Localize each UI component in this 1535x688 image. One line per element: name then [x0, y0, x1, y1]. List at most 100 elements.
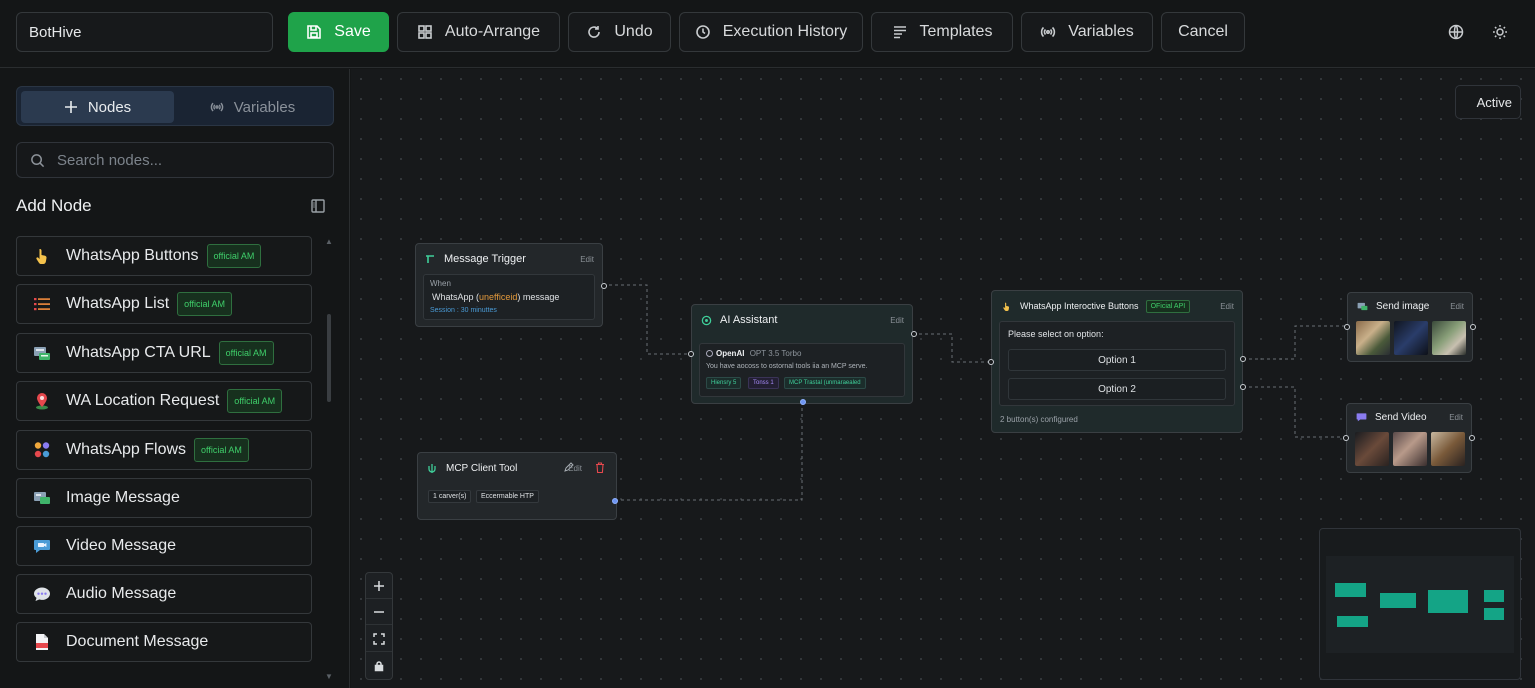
- node-title: MCP Client Tool: [446, 462, 518, 474]
- option-2-port[interactable]: [1240, 384, 1246, 390]
- undo-button[interactable]: Undo: [568, 12, 671, 52]
- search-input[interactable]: [57, 143, 327, 177]
- lock-button[interactable]: [366, 653, 392, 679]
- collapse-sidebar-button[interactable]: [310, 198, 326, 214]
- node-mcp-client-tool[interactable]: MCP Client Tool Edit 1 carver(s) Eccerma…: [417, 452, 618, 520]
- option-button-1[interactable]: Option 1: [1008, 349, 1226, 371]
- input-port[interactable]: [988, 359, 994, 365]
- tool-port[interactable]: [800, 399, 806, 405]
- sidebar: Nodes Variables Add Node ▲ ▼ WhatsApp Bu…: [0, 69, 350, 688]
- image-thumbnail: [1432, 321, 1466, 355]
- sidebar-tabs: Nodes Variables: [16, 86, 334, 126]
- edit-button[interactable]: Edit: [568, 464, 582, 473]
- templates-button[interactable]: Templates: [871, 12, 1013, 52]
- execution-history-button[interactable]: Execution History: [679, 12, 863, 52]
- node-message-trigger[interactable]: Message Trigger Edit When WhatsApp (unef…: [415, 243, 607, 327]
- input-port[interactable]: [1344, 324, 1350, 330]
- location-pin-icon: [33, 392, 51, 410]
- official-badge: official AM: [177, 292, 233, 316]
- flow-canvas[interactable]: Active Message Trigger Edit When WhatsAp…: [351, 69, 1535, 688]
- node-ai-assistant[interactable]: AI Assistant Edit OpenAI OPT 3.5 Torbo Y…: [688, 304, 917, 405]
- minus-icon: [374, 610, 384, 613]
- clock-icon: [695, 25, 710, 39]
- node-item-label: Document Message: [66, 633, 209, 650]
- video-icon: [1355, 411, 1367, 423]
- minimap-node: [1484, 608, 1504, 620]
- status-badge[interactable]: Active: [1455, 85, 1521, 119]
- edit-button[interactable]: Edit: [1220, 302, 1234, 311]
- node-item-whatsapp-cta-url[interactable]: WhatsApp CTA URL official AM: [16, 333, 312, 373]
- edit-button[interactable]: Edit: [580, 255, 594, 264]
- variables-button[interactable]: Variables: [1021, 12, 1153, 52]
- openai-icon: [706, 350, 713, 357]
- auto-arrange-button[interactable]: Auto-Arrange: [397, 12, 560, 52]
- input-port[interactable]: [688, 351, 694, 357]
- wire-mcp-to-ai: [615, 401, 803, 501]
- node-item-whatsapp-flows[interactable]: WhatsApp Flows official AM: [16, 430, 312, 470]
- tool-icon: [426, 462, 438, 474]
- ai-icon: [700, 314, 712, 326]
- sidebar-collapse-icon: [311, 199, 325, 213]
- save-icon: [307, 25, 322, 39]
- image-icon: [33, 489, 51, 507]
- node-item-label: Image Message: [66, 489, 180, 506]
- save-button[interactable]: Save: [288, 12, 389, 52]
- node-item-whatsapp-buttons[interactable]: WhatsApp Buttons official AM: [16, 236, 312, 276]
- node-search: [16, 142, 334, 178]
- broadcast-icon: [1041, 26, 1056, 38]
- scroll-up-icon[interactable]: ▲: [325, 237, 333, 246]
- scroll-down-icon[interactable]: ▼: [325, 672, 333, 681]
- node-send-image[interactable]: Send image Edit: [1344, 292, 1476, 362]
- trash-icon[interactable]: [595, 462, 605, 476]
- pointing-hand-icon: [33, 247, 51, 265]
- language-button[interactable]: [1444, 20, 1468, 44]
- minimap[interactable]: [1319, 528, 1521, 680]
- edit-button[interactable]: Edit: [890, 316, 904, 325]
- output-port[interactable]: [612, 498, 618, 504]
- output-port[interactable]: [1470, 324, 1476, 330]
- sidebar-scrollbar[interactable]: [327, 314, 331, 402]
- plus-icon: [64, 101, 77, 113]
- provider-line: OpenAI OPT 3.5 Torbo: [706, 349, 801, 358]
- node-whatsapp-buttons[interactable]: WhatsApp Interoctive Buttons OFicial API…: [988, 290, 1246, 433]
- fit-view-button[interactable]: [366, 626, 392, 652]
- node-header: Send image Edit: [1348, 293, 1472, 319]
- tab-nodes[interactable]: Nodes: [21, 91, 174, 123]
- edit-button[interactable]: Edit: [1450, 302, 1464, 311]
- session-info: Session : 30 minuttes: [430, 307, 497, 314]
- node-item-whatsapp-list[interactable]: WhatsApp List official AM: [16, 284, 312, 324]
- node-item-label: Audio Message: [66, 585, 177, 602]
- video-thumbnail: [1431, 432, 1465, 466]
- tab-variables[interactable]: Variables: [176, 91, 329, 123]
- node-item-document-message[interactable]: Document Message: [16, 622, 312, 662]
- prompt-text: Please select on option:: [1008, 329, 1104, 339]
- input-port[interactable]: [1343, 435, 1349, 441]
- output-port[interactable]: [1469, 435, 1475, 441]
- image-icon: [1356, 300, 1368, 312]
- sun-icon: [1493, 25, 1507, 39]
- option-1-port[interactable]: [1240, 356, 1246, 362]
- broadcast-icon: [210, 102, 224, 112]
- node-send-video[interactable]: Send Video Edit: [1343, 403, 1475, 473]
- zoom-controls: [365, 572, 393, 680]
- search-icon: [31, 154, 45, 168]
- execution-history-label: Execution History: [722, 23, 848, 40]
- theme-toggle-button[interactable]: [1488, 20, 1512, 44]
- image-thumbnail: [1394, 321, 1428, 355]
- trigger-icon: [424, 253, 436, 265]
- zoom-in-button[interactable]: [366, 573, 392, 599]
- edit-button[interactable]: Edit: [1449, 413, 1463, 422]
- node-item-wa-location-request[interactable]: WA Location Request official AM: [16, 381, 312, 421]
- node-item-audio-message[interactable]: Audio Message: [16, 574, 312, 614]
- output-port[interactable]: [911, 331, 917, 337]
- zoom-out-button[interactable]: [366, 599, 392, 625]
- video-icon: [33, 537, 51, 555]
- option-button-2[interactable]: Option 2: [1008, 378, 1226, 400]
- minimap-node: [1337, 616, 1368, 627]
- node-header: WhatsApp Interoctive Buttons OFicial API…: [992, 291, 1242, 321]
- cancel-button[interactable]: Cancel: [1161, 12, 1245, 52]
- output-port[interactable]: [601, 283, 607, 289]
- node-item-image-message[interactable]: Image Message: [16, 478, 312, 518]
- node-item-video-message[interactable]: Video Message: [16, 526, 312, 566]
- bot-name-input[interactable]: [16, 12, 273, 52]
